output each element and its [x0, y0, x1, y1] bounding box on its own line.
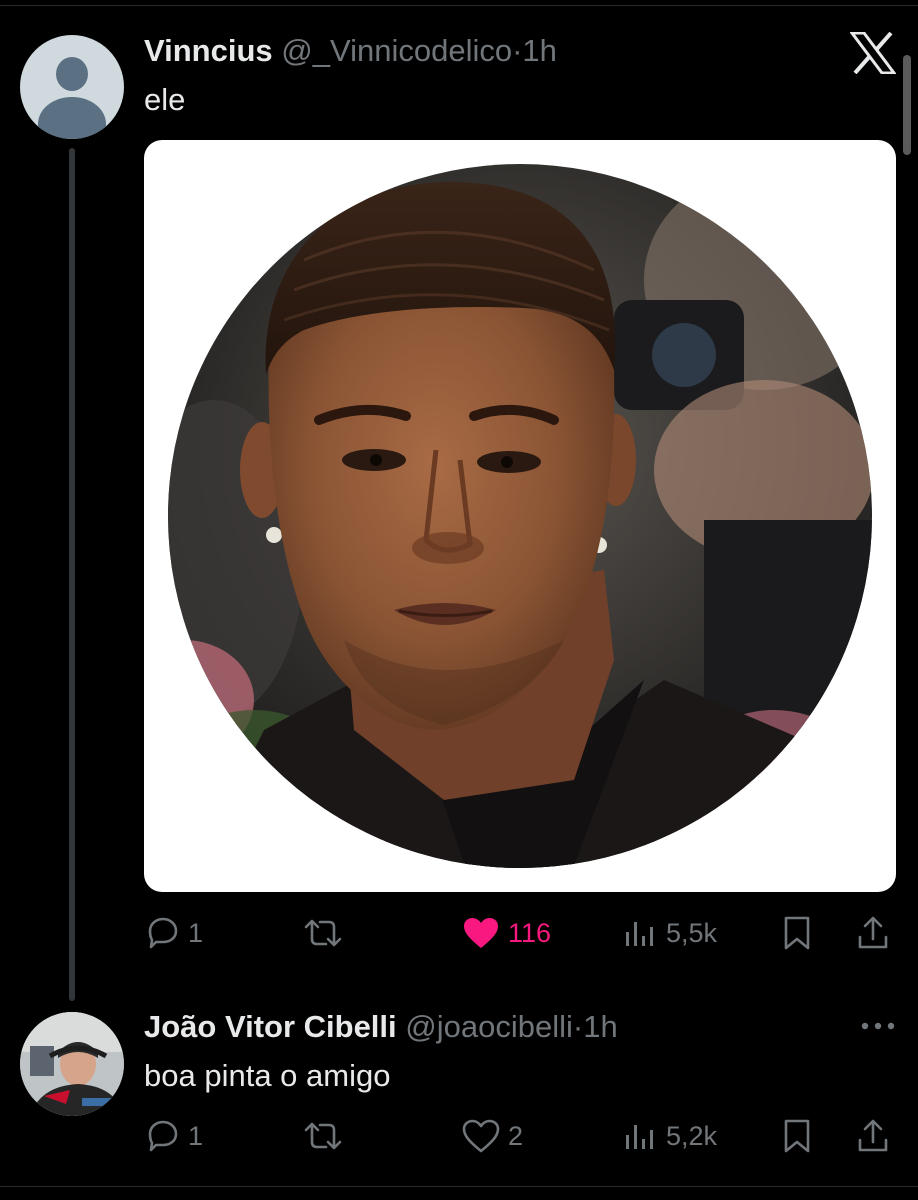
thread-connector-line	[69, 148, 75, 1001]
views-icon	[626, 1125, 653, 1149]
share-icon	[858, 1119, 888, 1152]
views-count: 5,2k	[666, 1120, 718, 1151]
views-button[interactable]: 5,2k	[624, 1114, 717, 1158]
tweet-time[interactable]: 1h	[522, 33, 556, 68]
tweet-actions: 1 116 5,5k	[144, 911, 896, 955]
top-divider	[0, 5, 918, 6]
author-handle[interactable]: @joaocibelli	[405, 1009, 573, 1044]
bookmark-button[interactable]	[782, 911, 812, 955]
repost-button[interactable]	[302, 1114, 344, 1158]
scrollbar[interactable]	[903, 55, 911, 155]
views-count: 5,5k	[666, 917, 718, 948]
repost-icon	[304, 919, 342, 947]
bookmark-icon	[784, 916, 810, 950]
share-icon	[858, 916, 888, 949]
reply-icon	[148, 917, 178, 949]
tweet-thread: Vinncius @_Vinnicodelico·1h ele 1 116 5,…	[0, 0, 918, 1200]
tweet-text: ele	[144, 82, 186, 117]
share-button[interactable]	[856, 1114, 890, 1158]
portrait-photo	[168, 164, 872, 868]
reply-count: 1	[188, 917, 204, 948]
reply-count: 1	[188, 1120, 204, 1151]
user-photo-avatar[interactable]	[20, 1012, 124, 1116]
like-count: 2	[508, 1120, 524, 1151]
tweet-header: Vinncius @_Vinnicodelico·1h	[144, 32, 557, 70]
views-icon	[626, 922, 653, 946]
like-button[interactable]: 2	[462, 1114, 523, 1158]
heart-icon	[462, 1119, 500, 1153]
author-name[interactable]: Vinncius	[144, 33, 273, 68]
like-count: 116	[508, 917, 552, 948]
repost-icon	[304, 1122, 342, 1150]
more-options-icon[interactable]	[860, 1018, 896, 1034]
author-name[interactable]: João Vitor Cibelli	[144, 1009, 397, 1044]
header-separator: ·	[572, 1009, 584, 1044]
tweet-media-image[interactable]	[144, 140, 896, 892]
default-avatar-icon[interactable]	[20, 35, 124, 139]
reply-button[interactable]: 1	[144, 1114, 203, 1158]
reply-tweet-actions: 1 2 5,2k	[144, 1114, 896, 1158]
reply-tweet-text: boa pinta o amigo	[144, 1058, 391, 1093]
heart-icon	[464, 918, 498, 948]
reply-button[interactable]: 1	[144, 911, 203, 955]
bookmark-button[interactable]	[782, 1114, 812, 1158]
bookmark-icon	[784, 1119, 810, 1153]
author-handle[interactable]: @_Vinnicodelico	[281, 33, 512, 68]
reply-icon	[148, 1120, 178, 1152]
header-separator: ·	[512, 33, 523, 68]
like-button[interactable]: 116	[462, 911, 551, 955]
tweet-time[interactable]: 1h	[583, 1009, 617, 1044]
avatar-photo	[20, 1012, 124, 1116]
reply-tweet-header: João Vitor Cibelli @joaocibelli·1h	[144, 1008, 618, 1046]
repost-button[interactable]	[302, 911, 344, 955]
share-button[interactable]	[856, 911, 890, 955]
x-logo-icon	[850, 32, 896, 74]
views-button[interactable]: 5,5k	[624, 911, 717, 955]
bottom-divider	[0, 1186, 918, 1187]
